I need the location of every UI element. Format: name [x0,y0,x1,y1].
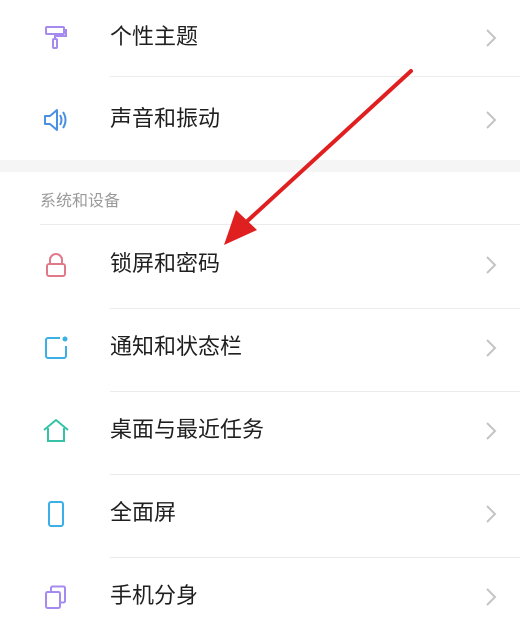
row-divider [110,557,520,558]
settings-item-label: 通知和状态栏 [110,335,243,360]
settings-item-second-space[interactable]: 手机分身 [0,559,520,631]
settings-item-label: 手机分身 [110,584,199,609]
row-divider [110,76,520,77]
settings-item-notifications[interactable]: 通知和状态栏 [0,310,520,392]
settings-item-label: 声音和振动 [110,107,221,132]
settings-item-lockscreen[interactable]: 锁屏和密码 [0,227,520,309]
settings-item-label: 个性主题 [110,25,199,50]
chevron-right-icon [484,253,498,277]
chevron-right-icon [484,26,498,50]
chevron-right-icon [484,108,498,132]
settings-item-label: 锁屏和密码 [110,252,221,277]
chevron-right-icon [484,585,498,609]
settings-screen: 个性主题 声音和振动 系统和设备 锁屏和密码 通知和状态栏 桌面与最近任务 全面… [0,0,520,631]
speaker-icon [40,104,72,136]
section-separator [0,160,520,172]
chevron-right-icon [484,502,498,526]
settings-item-label: 桌面与最近任务 [110,418,265,443]
section-divider [40,224,520,225]
lock-icon [40,249,72,281]
settings-item-label: 全面屏 [110,501,177,526]
row-divider [110,391,520,392]
phone-icon [40,498,72,530]
theme-brush-icon [40,22,72,54]
row-divider [110,474,520,475]
settings-item-home-recents[interactable]: 桌面与最近任务 [0,393,520,475]
chevron-right-icon [484,419,498,443]
settings-item-sound[interactable]: 声音和振动 [0,82,520,164]
settings-item-fullscreen[interactable]: 全面屏 [0,476,520,558]
notification-icon [40,332,72,364]
chevron-right-icon [484,336,498,360]
settings-item-theme[interactable]: 个性主题 [0,0,520,82]
section-title: 系统和设备 [40,191,121,210]
home-icon [40,415,72,447]
row-divider [110,308,520,309]
clone-icon [40,581,72,613]
